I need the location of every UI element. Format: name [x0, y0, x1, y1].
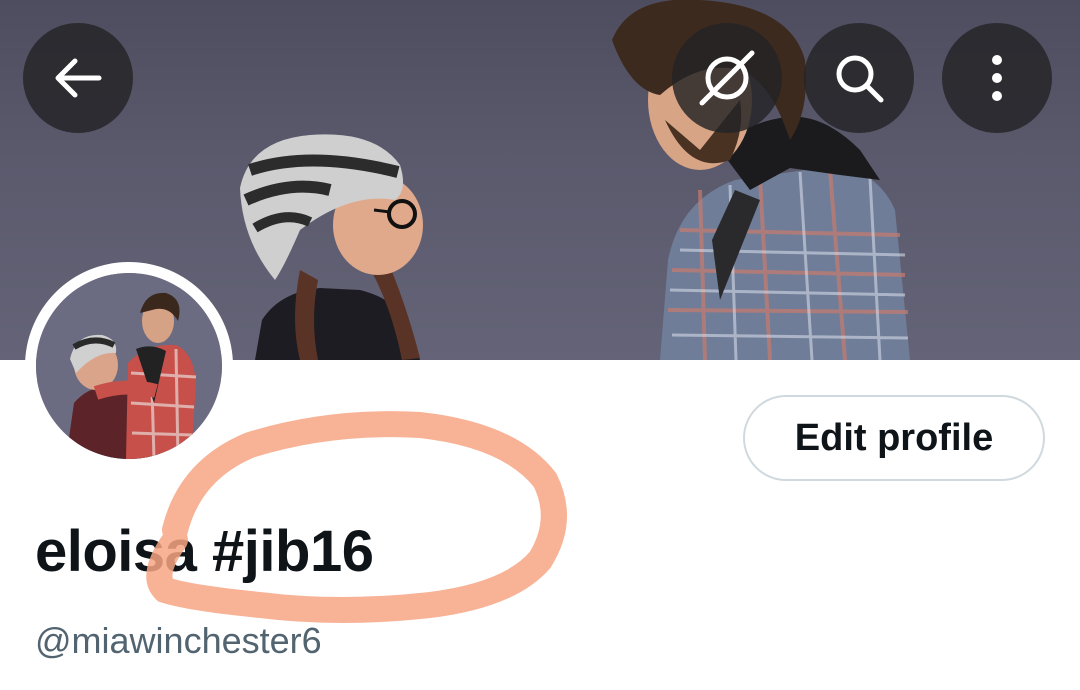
more-vertical-icon — [992, 55, 1002, 101]
user-handle: @miawinchester6 — [35, 620, 322, 661]
display-name: eloisa #jib16 — [35, 519, 374, 584]
avatar-photo — [36, 273, 222, 459]
edit-profile-label: Edit profile — [794, 416, 994, 459]
arrow-left-icon — [55, 58, 102, 98]
more-options-button[interactable] — [942, 23, 1052, 133]
back-button[interactable] — [23, 23, 133, 133]
edit-profile-button[interactable]: Edit profile — [743, 395, 1045, 481]
search-button[interactable] — [804, 23, 914, 133]
search-icon — [836, 55, 884, 103]
profile-avatar[interactable] — [25, 262, 233, 470]
slashed-circle-icon — [699, 50, 755, 106]
grok-button[interactable] — [672, 23, 782, 133]
